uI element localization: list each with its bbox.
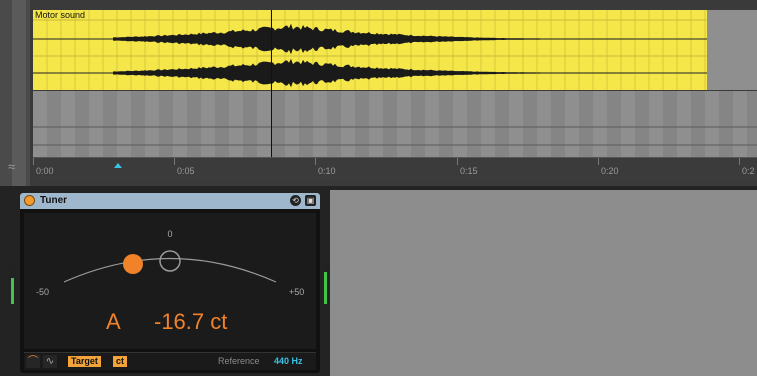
tuner-display: 0 -50 +50 A -16.7 ct <box>24 213 316 349</box>
ruler-tick <box>739 158 740 165</box>
audio-clip[interactable]: Motor sound <box>33 10 707 90</box>
loop-switch-icon[interactable]: ≈ <box>8 160 26 174</box>
ruler-label: 0:20 <box>601 166 619 176</box>
output-meter <box>322 264 330 304</box>
tuner-device: Tuner ⟲ ▣ 0 -50 +50 A -16.7 ct ⌒ ∿ Targe… <box>20 193 320 373</box>
save-preset-icon[interactable]: ▣ <box>305 195 316 206</box>
device-title: Tuner <box>40 195 68 206</box>
empty-clip-area[interactable] <box>707 10 757 90</box>
cents-unit-toggle[interactable]: ct <box>113 356 128 367</box>
max-label: +50 <box>289 287 305 297</box>
device-drop-area[interactable] <box>330 190 757 376</box>
playhead[interactable] <box>271 10 272 170</box>
pitch-indicator <box>123 254 143 274</box>
ruler-label: 0:10 <box>318 166 336 176</box>
ruler-label: 0:15 <box>460 166 478 176</box>
ruler-tick <box>174 158 175 165</box>
device-footer: ⌒ ∿ Target ct Reference 440 Hz <box>24 352 316 370</box>
input-meter <box>9 264 17 304</box>
ruler-label: 0:2 <box>742 166 755 176</box>
meter-level <box>324 272 327 304</box>
clip-grid-and-waveform <box>33 10 707 90</box>
min-label: -50 <box>36 287 50 297</box>
classic-view-icon[interactable]: ⌒ <box>26 355 40 368</box>
device-power-icon[interactable] <box>24 195 35 206</box>
arrangement-view: Motor sound 0:00 0:05 0:10 0:15 0:20 0:2… <box>0 0 757 186</box>
waveform-channel-left <box>113 23 633 55</box>
clip-name: Motor sound <box>35 10 86 20</box>
detected-note: A <box>106 309 121 334</box>
target-circle <box>159 250 181 272</box>
waveform-channel-right <box>113 58 633 88</box>
automation-lanes[interactable] <box>33 91 757 157</box>
lane-grid <box>33 91 757 157</box>
ruler-tick <box>315 158 316 165</box>
ruler-tick <box>33 158 34 165</box>
start-marker-icon[interactable] <box>114 163 122 168</box>
time-ruler[interactable]: 0:00 0:05 0:10 0:15 0:20 0:2 <box>33 157 757 181</box>
device-title-bar[interactable]: Tuner ⟲ ▣ <box>20 193 320 209</box>
reference-label: Reference <box>218 356 260 366</box>
ruler-tick <box>457 158 458 165</box>
ruler-label: 0:00 <box>36 166 54 176</box>
ruler-label: 0:05 <box>177 166 195 176</box>
ruler-tick <box>598 158 599 165</box>
cents-deviation: -16.7 ct <box>154 309 228 334</box>
histogram-view-icon[interactable]: ∿ <box>43 355 57 368</box>
reference-pitch-field[interactable]: 440 Hz <box>274 356 303 367</box>
target-toggle[interactable]: Target <box>68 356 101 367</box>
hot-swap-icon[interactable]: ⟲ <box>290 195 301 206</box>
center-label: 0 <box>167 229 173 239</box>
meter-level <box>11 278 14 304</box>
